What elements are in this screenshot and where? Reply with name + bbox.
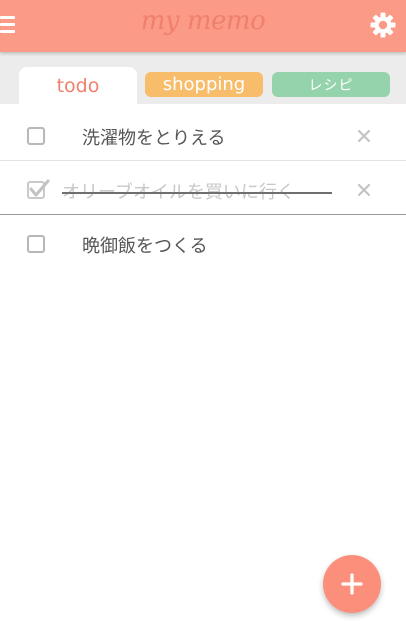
delete-icon[interactable] bbox=[356, 128, 372, 144]
item-text: 洗濯物をとりえる bbox=[82, 128, 226, 149]
gear-icon[interactable] bbox=[369, 11, 397, 39]
list-item[interactable]: 晩御飯をつくる bbox=[0, 218, 406, 272]
tab-bar: todo shopping レシピ bbox=[0, 52, 406, 104]
divider bbox=[0, 214, 406, 215]
app-header: my memo bbox=[0, 0, 406, 52]
plus-icon bbox=[341, 573, 363, 595]
item-text: 晩御飯をつくる bbox=[82, 236, 208, 257]
item-checkbox[interactable] bbox=[27, 127, 45, 145]
list-item[interactable]: 洗濯物をとりえる bbox=[0, 110, 406, 164]
item-checkbox[interactable] bbox=[27, 181, 45, 199]
delete-icon[interactable] bbox=[356, 182, 372, 198]
app-title: my memo bbox=[140, 6, 266, 36]
divider bbox=[0, 160, 406, 161]
strikethrough-line bbox=[62, 192, 332, 194]
list-item[interactable]: オリーブオイルを買いに行く bbox=[0, 164, 406, 218]
item-text: オリーブオイルを買いに行く bbox=[62, 182, 295, 203]
tab-shopping[interactable]: shopping bbox=[145, 72, 263, 97]
item-checkbox[interactable] bbox=[27, 235, 45, 253]
add-item-button[interactable] bbox=[323, 555, 381, 613]
tab-recipe[interactable]: レシピ bbox=[272, 72, 390, 97]
tab-todo[interactable]: todo bbox=[19, 67, 137, 104]
